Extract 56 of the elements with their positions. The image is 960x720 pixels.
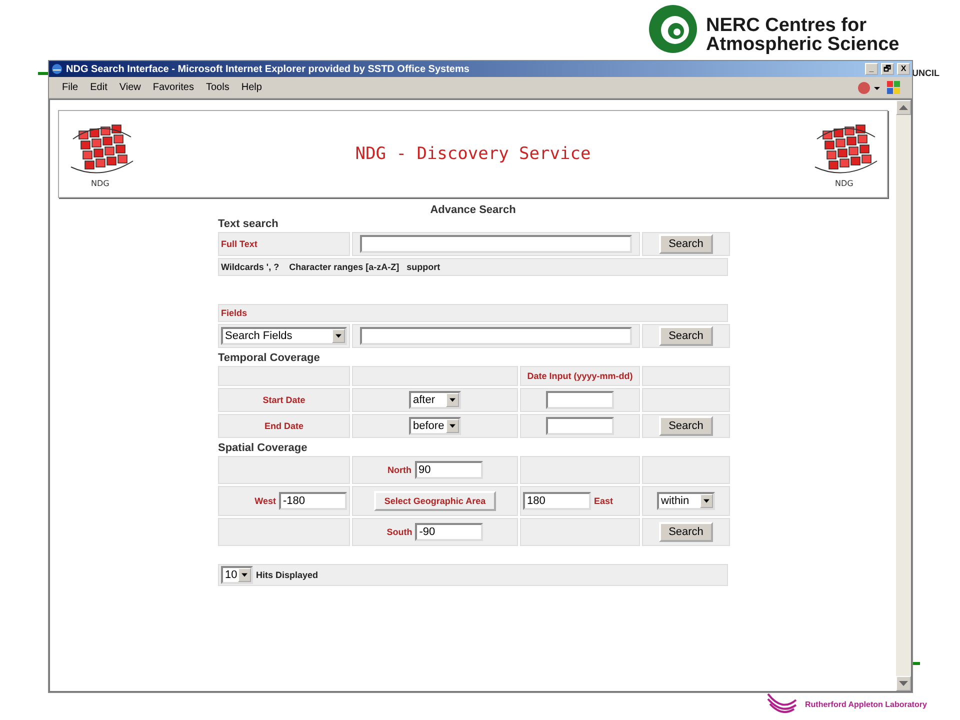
menu-item[interactable]: View: [114, 82, 146, 93]
swirl-logo-icon: [648, 4, 698, 54]
section-title: Spatial Coverage: [218, 442, 308, 454]
menu-item[interactable]: File: [57, 82, 84, 93]
hits-label: Hits Displayed: [256, 570, 318, 580]
section-title: Temporal Coverage: [218, 352, 321, 364]
search-button[interactable]: Search: [658, 234, 714, 254]
field-label: Fields: [221, 308, 248, 318]
spatial-mode-dropdown[interactable]: within: [657, 492, 715, 510]
date-relation-dropdown[interactable]: after: [409, 391, 461, 409]
council-text: UNCIL: [912, 68, 940, 78]
column-header: Date Input (yyyy-mm-dd): [527, 371, 633, 381]
select-area-button[interactable]: Select Geographic Area: [374, 491, 496, 511]
banner-title: NDG - Discovery Service: [355, 144, 591, 164]
menu-item[interactable]: Edit: [85, 82, 112, 93]
lab-name: Rutherford Appleton Laboratory: [805, 700, 927, 709]
wildcard-hint: Wildcards ', ? Character ranges [a-zA-Z] support: [221, 262, 440, 272]
field-label: South: [386, 527, 412, 537]
scroll-up-icon: [899, 104, 908, 110]
south-field[interactable]: -90: [415, 523, 484, 541]
search-button[interactable]: Search: [658, 326, 714, 346]
date-relation-dropdown[interactable]: before: [409, 417, 461, 435]
date-field[interactable]: [546, 391, 614, 409]
toolbar-tool-icon[interactable]: [856, 80, 882, 96]
fields-dropdown[interactable]: Search Fields: [221, 327, 347, 345]
org-name: Atmospheric Science: [706, 35, 900, 54]
field-label: Start Date: [262, 395, 306, 405]
fields-search-field[interactable]: [360, 327, 632, 345]
window-control-button[interactable]: 🗗: [881, 63, 894, 75]
menu-item[interactable]: Tools: [200, 82, 234, 93]
north-field[interactable]: 90: [414, 461, 482, 479]
logo-label: NDG: [835, 179, 854, 188]
full-text-field[interactable]: [360, 235, 632, 253]
section-title: Text search: [218, 218, 280, 230]
field-label: End Date: [264, 421, 304, 431]
logo-label: NDG: [91, 179, 110, 188]
window-control-button[interactable]: X: [897, 63, 910, 75]
scrollbar[interactable]: [896, 100, 911, 691]
org-name: NERC Centres for: [706, 16, 868, 35]
field-label: Full Text: [221, 239, 258, 249]
field-label: West: [254, 496, 276, 506]
field-label: East: [594, 496, 614, 506]
date-field[interactable]: [546, 417, 614, 435]
page-heading: Advance Search: [430, 204, 516, 216]
search-button[interactable]: Search: [658, 522, 714, 542]
search-button[interactable]: Search: [658, 416, 714, 436]
east-field[interactable]: 180: [523, 492, 591, 510]
hits-dropdown[interactable]: 10: [221, 566, 253, 584]
scroll-down-icon: [899, 680, 908, 686]
window-title: NDG Search Interface - Microsoft Internet Explorer provided by SSTD Office Systems: [66, 64, 470, 74]
browser-icon: [51, 63, 63, 75]
menu-item[interactable]: Help: [236, 82, 267, 93]
field-label: North: [388, 465, 412, 475]
window-control-button[interactable]: _: [865, 63, 878, 75]
menu-item[interactable]: Favorites: [148, 82, 199, 93]
west-field[interactable]: -180: [279, 492, 347, 510]
